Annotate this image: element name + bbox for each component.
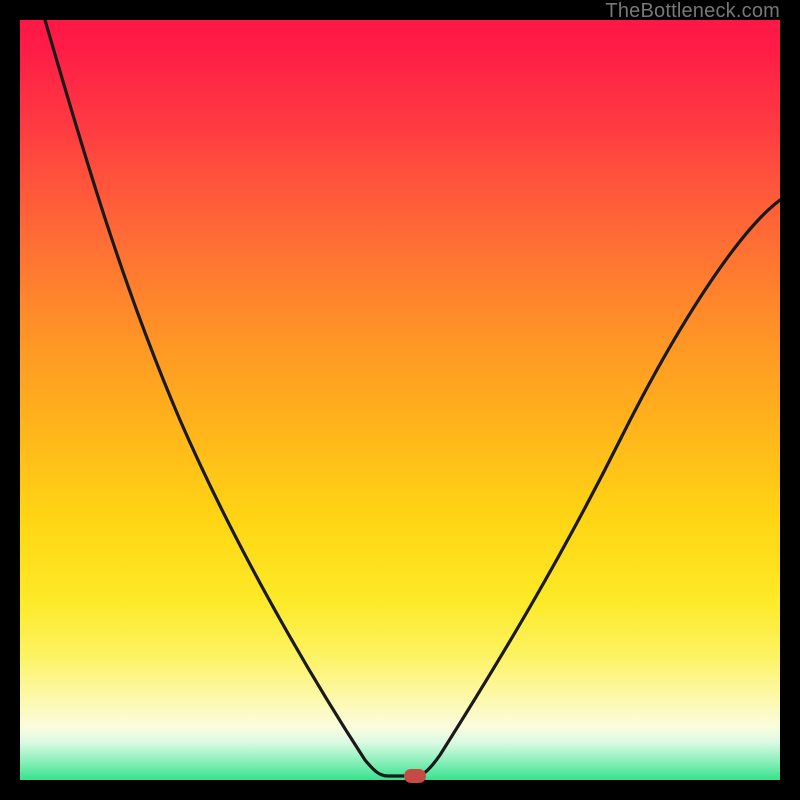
watermark-text: TheBottleneck.com [605,0,780,23]
chart-frame: TheBottleneck.com [0,0,800,800]
bottleneck-curve [20,20,780,780]
optimal-marker [404,769,426,783]
curve-path [45,20,780,776]
